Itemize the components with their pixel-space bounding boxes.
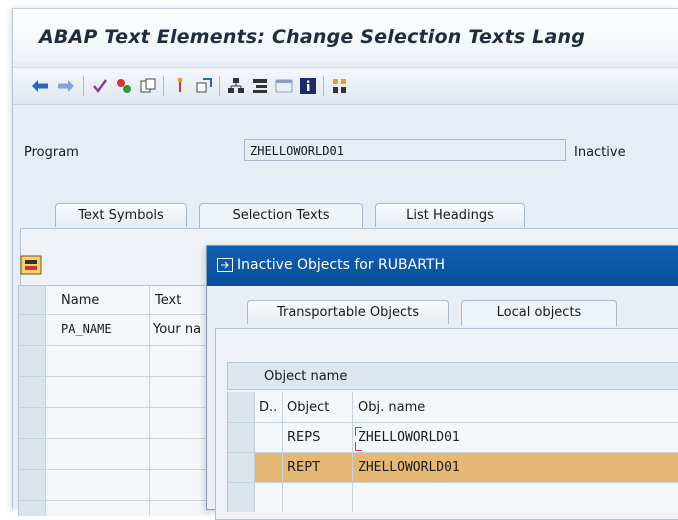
- grid-line: [19, 345, 209, 346]
- dialog-window-icon: [217, 258, 233, 272]
- dialog-tabstrip: Transportable Objects Local objects: [207, 300, 678, 328]
- grid-line: [19, 407, 209, 408]
- application-toolbar: [13, 67, 678, 105]
- inactive-objects-dialog: Inactive Objects for RUBARTH Transportab…: [206, 245, 678, 520]
- grid-divider: [352, 392, 353, 512]
- layout-icon[interactable]: [331, 77, 349, 95]
- cell-object[interactable]: REPT: [287, 460, 320, 475]
- cursor-marker: [355, 442, 362, 451]
- back-arrow-icon[interactable]: [31, 77, 49, 95]
- cell-obj-name[interactable]: ZHELLOWORLD01: [358, 460, 460, 475]
- cell-object[interactable]: REPS: [287, 430, 320, 445]
- check-icon[interactable]: [91, 77, 109, 95]
- tab-list-headings[interactable]: List Headings: [375, 203, 525, 227]
- row-selector-column[interactable]: [19, 286, 46, 516]
- tree-icon[interactable]: [251, 77, 269, 95]
- cell-text[interactable]: Your na: [153, 322, 205, 337]
- grid-line: [19, 376, 209, 377]
- grid-line: [19, 438, 209, 439]
- cell-obj-name[interactable]: ZHELLOWORLD01: [358, 430, 460, 445]
- toolbar-separator: [323, 76, 324, 96]
- tab-selection-texts[interactable]: Selection Texts: [199, 203, 363, 229]
- cell-name[interactable]: PA_NAME: [61, 322, 112, 336]
- column-header-text[interactable]: Text: [155, 293, 181, 308]
- column-header-object[interactable]: Object: [287, 400, 329, 415]
- grid-divider: [282, 392, 283, 512]
- title-bar: ABAP Text Elements: Change Selection Tex…: [13, 9, 678, 61]
- dialog-title: Inactive Objects for RUBARTH: [237, 257, 445, 273]
- column-header-d[interactable]: D..: [259, 400, 277, 415]
- toolbar-separator: [163, 76, 164, 96]
- program-status: Inactive: [574, 145, 626, 160]
- program-row: Program ZHELLOWORLD01 Inactive: [13, 127, 678, 161]
- grid-line: [19, 314, 209, 315]
- main-tabstrip: Text Symbols Selection Texts List Headin…: [13, 203, 678, 229]
- pin-icon[interactable]: [171, 77, 189, 95]
- window-icon[interactable]: [275, 77, 293, 95]
- tab-local-objects[interactable]: Local objects: [461, 300, 617, 326]
- grid-line: [19, 469, 209, 470]
- tab-text-symbols[interactable]: Text Symbols: [55, 203, 187, 227]
- info-icon[interactable]: [299, 77, 317, 95]
- layout-settings-icon[interactable]: [20, 255, 42, 275]
- column-header-name[interactable]: Name: [61, 293, 99, 308]
- program-input[interactable]: ZHELLOWORLD01: [244, 139, 566, 161]
- copy-icon[interactable]: [139, 77, 157, 95]
- column-header-obj-name[interactable]: Obj. name: [358, 400, 425, 415]
- forward-arrow-icon[interactable]: [57, 77, 75, 95]
- toolbar-separator: [83, 76, 84, 96]
- object-name-tree-header[interactable]: Object name: [227, 362, 678, 390]
- dialog-title-bar: Inactive Objects for RUBARTH: [207, 246, 678, 286]
- grid-line: [19, 500, 209, 501]
- page-title: ABAP Text Elements: Change Selection Tex…: [39, 26, 586, 48]
- program-label: Program: [24, 145, 79, 160]
- where-used-icon[interactable]: [195, 77, 213, 95]
- tab-transportable-objects[interactable]: Transportable Objects: [247, 300, 449, 324]
- selection-texts-grid: Name Text PA_NAME Your na: [18, 285, 209, 516]
- cursor-marker: [355, 427, 362, 436]
- grid-line: [228, 482, 678, 483]
- activate-icon[interactable]: [115, 77, 133, 95]
- grid-divider: [149, 286, 150, 516]
- hierarchy-icon[interactable]: [227, 77, 245, 95]
- toolbar-separator: [219, 76, 220, 96]
- grid-line: [228, 422, 678, 423]
- inactive-objects-grid: D.. Object Obj. name REPS ZHELLOWORLD01 …: [227, 392, 678, 512]
